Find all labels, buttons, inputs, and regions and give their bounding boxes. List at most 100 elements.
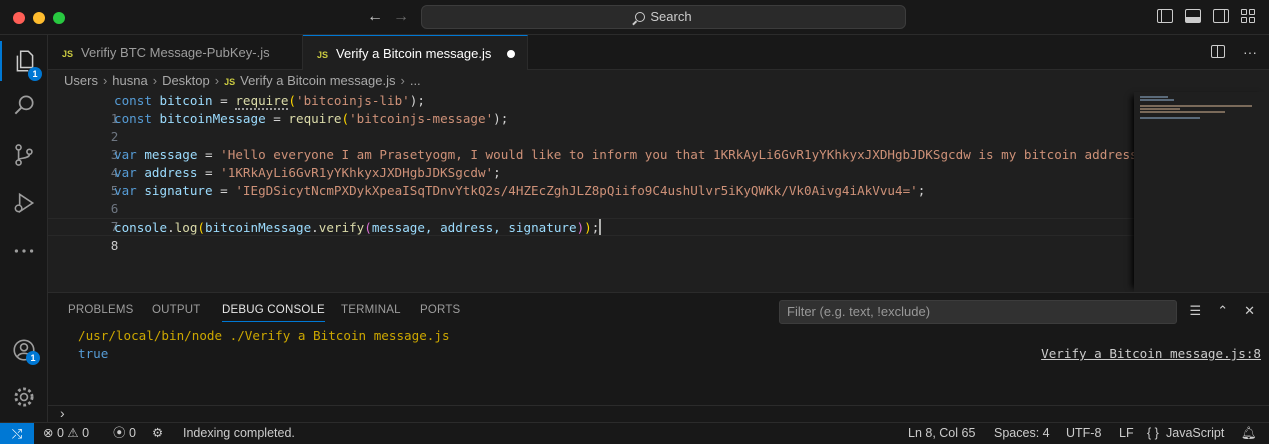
- code-line: 6 var signature = 'IEgDSicytNcmPXDykXpea…: [48, 182, 1134, 216]
- minimap-line: [1140, 99, 1174, 101]
- tab-verifiy-btc-message[interactable]: JS Verifiy BTC Message-PubKey-.js: [48, 35, 303, 70]
- gear-icon: [14, 387, 34, 407]
- ports-count: 0: [129, 426, 136, 440]
- breadcrumb-users[interactable]: Users: [64, 73, 98, 88]
- breadcrumb-separator: ›: [214, 73, 220, 88]
- editor-actions: ···: [1211, 45, 1257, 59]
- line-endings[interactable]: LF: [1119, 423, 1134, 444]
- notifications-bell-icon[interactable]: 🔔︎: [1241, 423, 1257, 444]
- explorer-badge: 1: [28, 67, 42, 81]
- search-icon: [635, 12, 646, 22]
- title-bar: ← → Search: [0, 0, 1269, 35]
- code-line: 3: [48, 128, 1134, 162]
- javascript-file-icon: JS: [224, 77, 236, 87]
- code-line-current: 8 console.log(bitcoinMessage.verify(mess…: [48, 218, 1134, 253]
- text-cursor: [599, 219, 602, 235]
- console-command-line: /usr/local/bin/node ./Verify a Bitcoin m…: [78, 328, 450, 343]
- split-editor-icon[interactable]: [1211, 45, 1225, 58]
- ports-status[interactable]: ⦿ 0: [113, 423, 136, 444]
- layout-controls: [1157, 9, 1257, 23]
- explorer-button[interactable]: 1: [0, 41, 48, 81]
- error-count: 0: [56, 426, 64, 440]
- clear-console-icon[interactable]: ☰: [1190, 304, 1202, 318]
- breadcrumb-file[interactable]: Verify a Bitcoin message.js: [240, 73, 395, 88]
- maximize-window-button[interactable]: [53, 12, 65, 24]
- status-bar: ⤭ ⊗ 0 ⚠ 0 ⦿ 0 ⚙ Indexing completed. Ln 8…: [0, 422, 1269, 444]
- minimap[interactable]: [1134, 92, 1269, 292]
- tab-terminal[interactable]: TERMINAL: [341, 304, 401, 316]
- console-result: true: [78, 346, 109, 361]
- toggle-primary-sidebar-icon[interactable]: [1157, 9, 1173, 23]
- maximize-panel-icon[interactable]: ⌃: [1217, 304, 1228, 318]
- minimap-line: [1140, 111, 1225, 113]
- toggle-secondary-sidebar-icon[interactable]: [1213, 9, 1229, 23]
- accounts-badge: 1: [26, 351, 40, 365]
- forward-arrow-icon[interactable]: →: [393, 8, 409, 26]
- unsaved-changes-icon[interactable]: [507, 50, 515, 58]
- debug-repl-input[interactable]: ›: [48, 405, 1269, 422]
- language-mode[interactable]: JavaScript: [1166, 423, 1224, 444]
- tab-ports[interactable]: PORTS: [420, 304, 460, 316]
- search-label: Search: [650, 9, 692, 24]
- minimap-line: [1140, 108, 1180, 110]
- code-text: var signature = 'IEgDSicytNcmPXDykXpeaIS…: [114, 183, 926, 198]
- warning-count: 0: [82, 426, 90, 440]
- ellipsis-icon: [14, 249, 34, 253]
- source-control-button[interactable]: [0, 135, 48, 175]
- code-line: 2 const bitcoinMessage = require('bitcoi…: [48, 110, 1134, 144]
- remote-indicator-icon[interactable]: ⤭: [0, 423, 34, 444]
- console-source-link[interactable]: Verify a Bitcoin message.js:8: [1041, 345, 1261, 363]
- breadcrumb-separator: ›: [400, 73, 405, 88]
- more-actions-icon[interactable]: ···: [1243, 45, 1257, 59]
- encoding[interactable]: UTF-8: [1066, 423, 1101, 444]
- toggle-panel-icon[interactable]: [1185, 9, 1201, 23]
- manage-button[interactable]: [0, 377, 48, 417]
- problems-status[interactable]: ⊗ 0 ⚠ 0: [43, 423, 89, 444]
- tab-output[interactable]: OUTPUT: [152, 304, 200, 316]
- breadcrumb: Users › husna › Desktop › JS Verify a Bitcoin m…: [48, 70, 1269, 92]
- console-filter-input[interactable]: Filter (e.g. text, !exclude): [779, 300, 1177, 324]
- customize-layout-icon[interactable]: [1241, 9, 1257, 23]
- broadcast-icon: ⦿: [113, 426, 126, 440]
- error-icon: ⊗: [43, 426, 54, 440]
- indentation[interactable]: Spaces: 4: [994, 423, 1050, 444]
- cursor-position[interactable]: Ln 8, Col 65: [908, 423, 975, 444]
- tab-problems[interactable]: PROBLEMS: [68, 304, 134, 316]
- code-text: console.log(bitcoinMessage.verify(messag…: [114, 219, 602, 235]
- minimap-line: [1140, 117, 1200, 119]
- code-line: 5 var address = '1KRkAyLi6GvR1yYKhkyxJXD…: [48, 164, 1134, 198]
- panel-actions: ☰ ⌃ ✕: [1190, 304, 1255, 318]
- javascript-file-icon: JS: [317, 50, 329, 60]
- more-views-button[interactable]: [0, 231, 48, 271]
- close-window-button[interactable]: [13, 12, 25, 24]
- code-text: var address = '1KRkAyLi6GvR1yYKhkyxJXDHg…: [114, 165, 501, 180]
- code-text: const bitcoin = require('bitcoinjs-lib')…: [114, 93, 425, 110]
- source-control-icon: [15, 144, 33, 166]
- repl-prompt-icon: ›: [60, 405, 65, 421]
- close-panel-icon[interactable]: ✕: [1244, 304, 1255, 318]
- back-arrow-icon[interactable]: ←: [367, 8, 383, 26]
- command-center-search[interactable]: Search: [421, 5, 906, 29]
- braces-icon[interactable]: { }: [1147, 423, 1159, 444]
- bottom-panel: PROBLEMS OUTPUT DEBUG CONSOLE TERMINAL P…: [48, 292, 1269, 405]
- tab-verify-a-bitcoin-message[interactable]: JS Verify a Bitcoin message.js: [303, 35, 528, 70]
- search-view-button[interactable]: [0, 85, 48, 125]
- breadcrumb-symbol[interactable]: ...: [410, 73, 421, 88]
- run-debug-button[interactable]: [0, 183, 48, 223]
- breadcrumb-husna[interactable]: husna: [112, 73, 147, 88]
- breadcrumb-desktop[interactable]: Desktop: [162, 73, 210, 88]
- search-icon: [14, 95, 34, 115]
- tab-debug-console[interactable]: DEBUG CONSOLE: [222, 304, 325, 322]
- javascript-file-icon: JS: [62, 49, 74, 59]
- accounts-button[interactable]: 1: [0, 330, 48, 370]
- breadcrumb-separator: ›: [152, 73, 158, 88]
- debug-status-icon[interactable]: ⚙: [152, 423, 163, 444]
- code-editor[interactable]: 1 const bitcoin = require('bitcoinjs-lib…: [48, 92, 1269, 292]
- code-text: var message = 'Hello everyone I am Prase…: [114, 147, 1160, 162]
- activity-bar: 1 1: [0, 35, 48, 422]
- code-line: 4 var message = 'Hello everyone I am Pra…: [48, 146, 1161, 180]
- code-line: 7: [48, 200, 1134, 234]
- breadcrumb-separator: ›: [102, 73, 108, 88]
- minimize-window-button[interactable]: [33, 12, 45, 24]
- code-line: 1 const bitcoin = require('bitcoinjs-lib…: [48, 92, 1134, 126]
